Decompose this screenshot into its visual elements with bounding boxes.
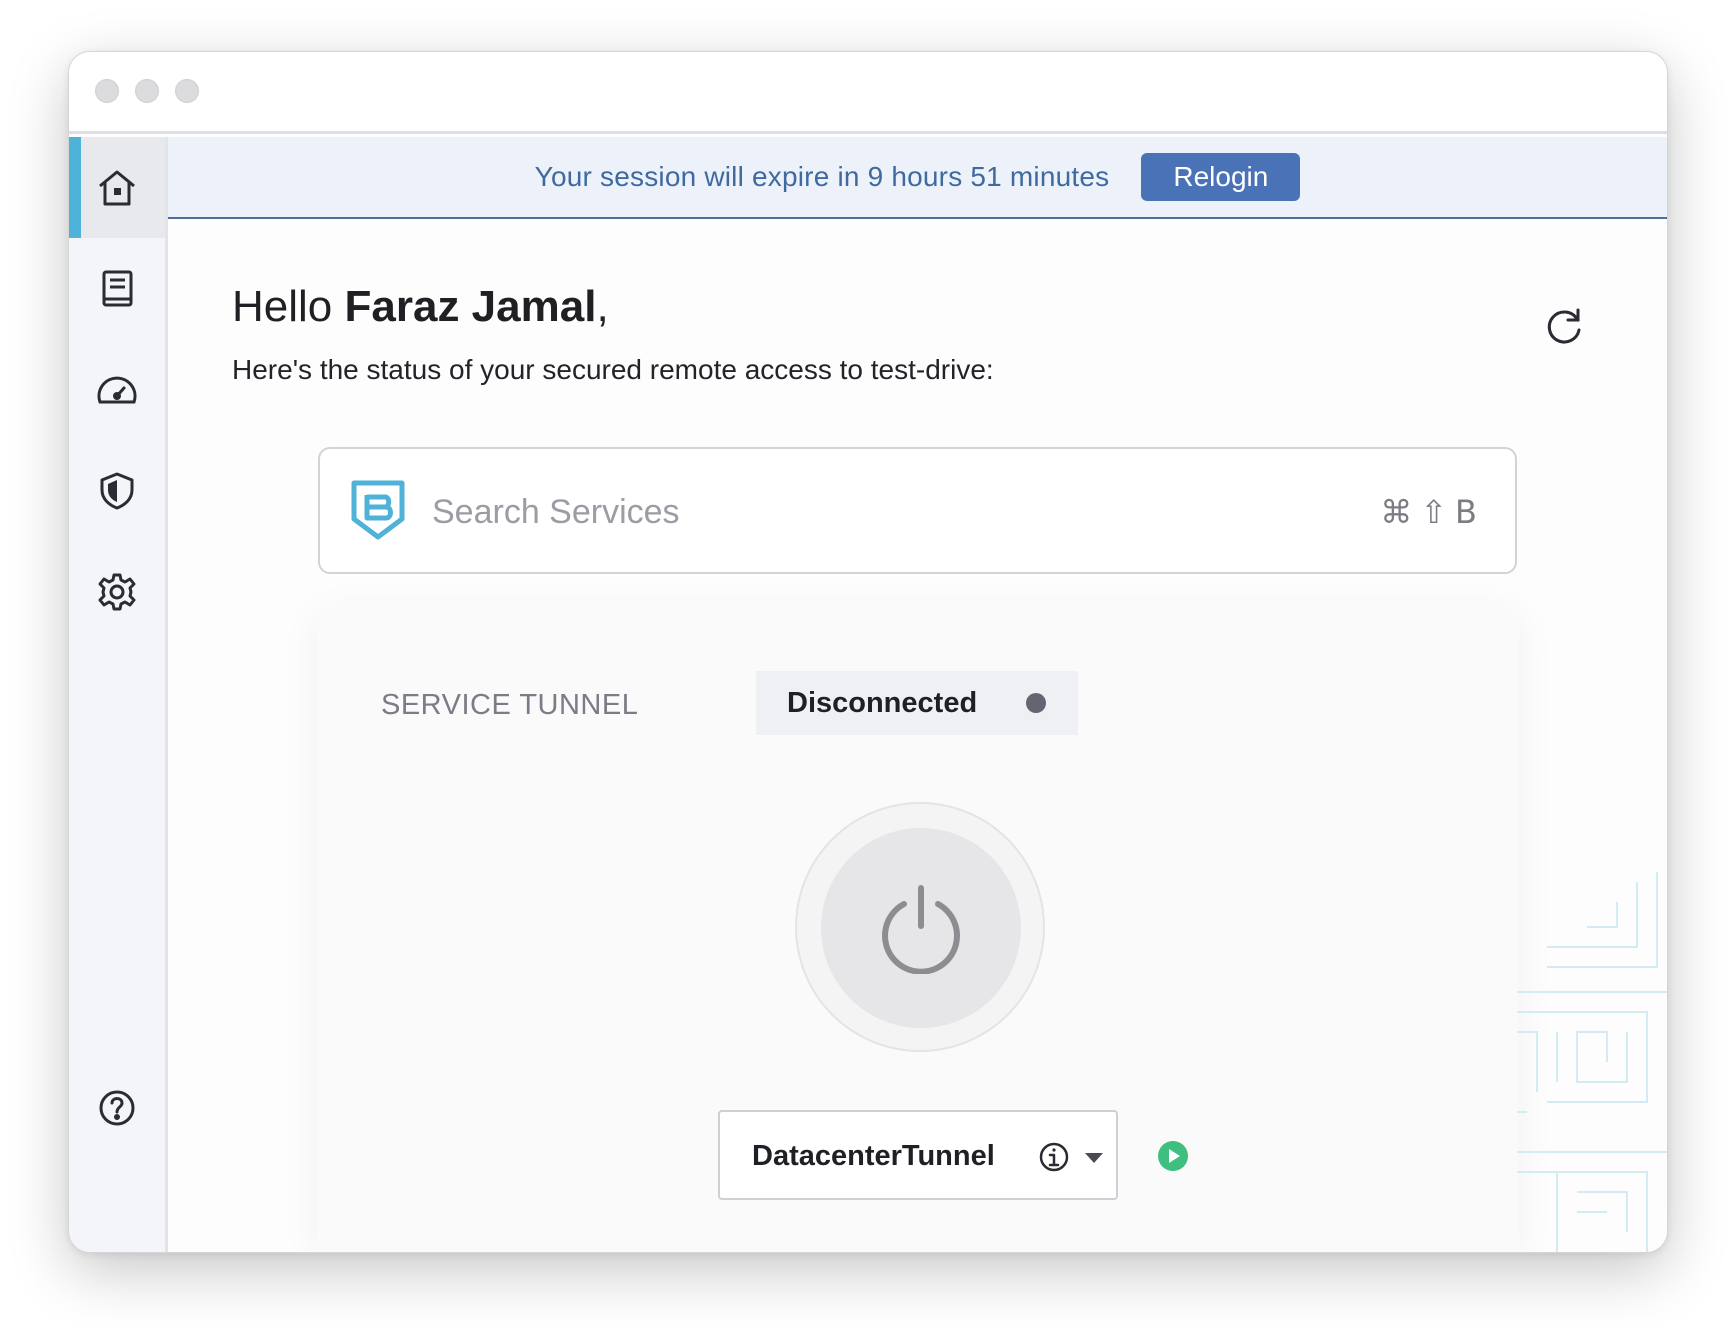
relogin-button[interactable]: Relogin [1141,153,1301,201]
brand-logo-icon [351,480,405,540]
minimize-window-button[interactable] [135,79,159,103]
home-icon [99,170,135,205]
sidebar [69,137,168,1252]
sidebar-item-logs[interactable] [69,238,165,339]
search-input[interactable] [432,485,1232,539]
service-tunnel-card: SERVICE TUNNEL Disconnected DatacenterTu… [317,607,1519,1252]
speedometer-icon [97,376,137,403]
sidebar-item-dashboard[interactable] [69,339,165,440]
service-tunnel-label: SERVICE TUNNEL [381,689,639,721]
power-button-inner [821,828,1021,1028]
connection-status-text: Disconnected [787,687,978,719]
sidebar-item-help[interactable] [69,1057,165,1158]
app-window: Your session will expire in 9 hours 51 m… [68,51,1668,1253]
status-dot-icon [1026,693,1046,713]
refresh-icon[interactable] [1543,305,1585,347]
play-icon[interactable] [1157,1140,1189,1172]
book-icon [102,270,133,306]
selected-tunnel-name: DatacenterTunnel [752,1140,995,1172]
keyboard-shortcut-hint: ⌘⇧B [1380,493,1485,531]
sidebar-item-settings[interactable] [69,541,165,642]
greeting-heading: Hello Faraz Jamal, [232,282,609,331]
sidebar-item-home[interactable] [69,137,165,238]
chevron-down-icon[interactable] [1084,1152,1104,1164]
connection-status-badge: Disconnected [756,671,1078,735]
close-window-button[interactable] [95,79,119,103]
sidebar-item-security[interactable] [69,440,165,541]
gear-icon [98,573,136,610]
help-icon [99,1090,135,1125]
power-button[interactable] [795,802,1045,1052]
session-expiry-message: Your session will expire in 9 hours 51 m… [534,161,1110,192]
title-bar [69,52,1667,134]
tunnel-selector[interactable]: DatacenterTunnel [718,1110,1118,1200]
info-icon[interactable] [1038,1141,1070,1173]
session-banner: Your session will expire in 9 hours 51 m… [168,137,1667,219]
power-icon [882,885,960,974]
search-box[interactable]: ⌘⇧B [318,447,1517,574]
user-name: Faraz Jamal [344,282,597,331]
main-content: Your session will expire in 9 hours 51 m… [168,137,1667,1252]
status-subtitle: Here's the status of your secured remote… [232,354,994,385]
maze-pattern-decoration [1517,872,1667,1252]
zoom-window-button[interactable] [175,79,199,103]
shield-icon [100,472,134,509]
